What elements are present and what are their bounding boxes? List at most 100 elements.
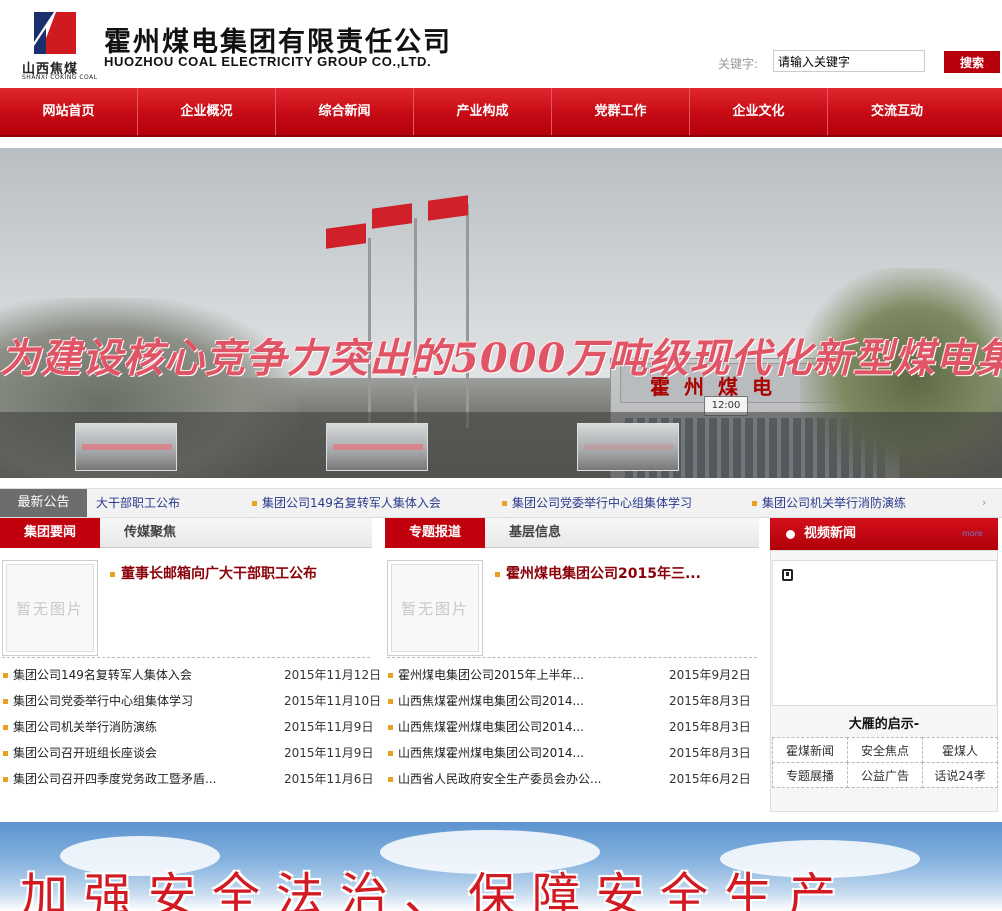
middle-panel-tabs: 专题报道 基层信息 <box>385 518 759 548</box>
list-item-date: 2015年11月10日 <box>284 694 382 708</box>
list-item-title[interactable]: 山西省人民政府安全生产委员会办公... <box>398 766 601 792</box>
announcement-item[interactable]: 集团公司党委举行中心组集体学习 <box>502 489 692 517</box>
tab-special-reports[interactable]: 专题报道 <box>385 518 485 548</box>
list-item-title[interactable]: 集团公司149名复转军人集体入会 <box>13 662 192 688</box>
nav-item-party[interactable]: 党群工作 <box>552 88 690 135</box>
announcement-text[interactable]: 集团公司党委举行中心组集体学习 <box>512 496 692 510</box>
list-item-date: 2015年11月9日 <box>284 720 374 734</box>
list-item-title[interactable]: 集团公司召开班组长座谈会 <box>13 740 157 766</box>
announcement-bar: 最新公告 大干部职工公布 集团公司149名复转军人集体入会 集团公司党委举行中心… <box>0 488 1002 518</box>
list-item[interactable]: 集团公司149名复转军人集体入会 2015年11月12日 <box>3 662 381 688</box>
video-link-psa[interactable]: 公益广告 <box>847 762 923 788</box>
no-image-placeholder[interactable]: 暂无图片 <box>387 560 483 656</box>
list-item-date: 2015年11月9日 <box>284 746 374 760</box>
list-item-date: 2015年9月2日 <box>669 668 751 682</box>
video-link-huomei-people[interactable]: 霍煤人 <box>922 737 998 763</box>
chevron-right-icon[interactable]: › <box>982 489 986 517</box>
list-item-date: 2015年8月3日 <box>669 694 751 708</box>
safety-banner: 加强安全法治、保障安全生产 <box>0 822 1002 911</box>
banner-thumbnail-2[interactable] <box>326 423 428 471</box>
announcement-text[interactable]: 集团公司149名复转军人集体入会 <box>262 496 441 510</box>
video-link-special[interactable]: 专题展播 <box>772 762 848 788</box>
list-item-title[interactable]: 霍州煤电集团公司2015年上半年... <box>398 662 584 688</box>
list-item[interactable]: 山西焦煤霍州煤电集团公司2014... 2015年8月3日 <box>388 740 758 766</box>
tab-group-news[interactable]: 集团要闻 <box>0 518 100 548</box>
no-image-placeholder[interactable]: 暂无图片 <box>2 560 98 656</box>
bullet-icon <box>3 777 8 782</box>
flagpole-3 <box>466 204 469 428</box>
list-item[interactable]: 山西省人民政府安全生产委员会办公... 2015年6月2日 <box>388 766 758 792</box>
list-item[interactable]: 集团公司机关举行消防演练 2015年11月9日 <box>3 714 373 740</box>
video-link-news[interactable]: 霍煤新闻 <box>772 737 848 763</box>
tab-grassroots-info[interactable]: 基层信息 <box>485 518 585 548</box>
tab-media-focus[interactable]: 传媒聚焦 <box>100 518 200 548</box>
bullet-icon <box>495 571 500 577</box>
search-input[interactable] <box>773 50 925 72</box>
main-nav: 网站首页 企业概况 综合新闻 产业构成 党群工作 企业文化 交流互动 <box>0 88 1002 137</box>
video-caption[interactable]: 大雁的启示- <box>771 713 997 732</box>
bullet-icon <box>252 501 257 506</box>
bullet-icon <box>388 777 393 782</box>
list-item-title[interactable]: 集团公司召开四季度党务政工暨矛盾... <box>13 766 216 792</box>
list-item[interactable]: 山西焦煤霍州煤电集团公司2014... 2015年8月3日 <box>388 714 758 740</box>
nav-item-interaction[interactable]: 交流互动 <box>828 88 966 135</box>
nav-item-industry[interactable]: 产业构成 <box>414 88 552 135</box>
video-news-title: 视频新闻 <box>804 526 857 541</box>
video-panel: 大雁的启示- 霍煤新闻 安全焦点 霍煤人 专题展播 公益广告 话说24孝 <box>770 550 998 812</box>
banner-thumbnail-strip <box>0 412 1002 478</box>
announcement-item[interactable]: 集团公司149名复转军人集体入会 <box>252 489 441 517</box>
list-item[interactable]: 集团公司召开四季度党务政工暨矛盾... 2015年11月6日 <box>3 766 373 792</box>
list-item-date: 2015年11月12日 <box>284 668 382 682</box>
banner-thumbnail-1[interactable] <box>75 423 177 471</box>
middle-headline-text[interactable]: 霍州煤电集团公司2015年三... <box>506 566 701 582</box>
list-item[interactable]: 集团公司召开班组长座谈会 2015年11月9日 <box>3 740 373 766</box>
list-item-title[interactable]: 山西焦煤霍州煤电集团公司2014... <box>398 714 584 740</box>
left-headline[interactable]: 董事长邮箱向广大干部职工公布 <box>110 563 317 583</box>
list-item[interactable]: 集团公司党委举行中心组集体学习 2015年11月10日 <box>3 688 381 714</box>
left-headline-text[interactable]: 董事长邮箱向广大干部职工公布 <box>121 566 317 582</box>
video-link-safety-focus[interactable]: 安全焦点 <box>847 737 923 763</box>
nav-item-culture[interactable]: 企业文化 <box>690 88 828 135</box>
bullet-icon <box>388 725 393 730</box>
announcement-item[interactable]: 大干部职工公布 <box>96 489 180 517</box>
list-item-title[interactable]: 集团公司党委举行中心组集体学习 <box>13 688 193 714</box>
bullet-icon <box>3 725 8 730</box>
list-item[interactable]: 霍州煤电集团公司2015年上半年... 2015年9月2日 <box>388 662 758 688</box>
list-item-title[interactable]: 山西焦煤霍州煤电集团公司2014... <box>398 740 584 766</box>
banner-slogan: 为建设核心竞争力突出的5000万吨级现代化新型煤电集团而努力奋斗 <box>0 335 1002 382</box>
list-item-title[interactable]: 集团公司机关举行消防演练 <box>13 714 157 740</box>
bullet-icon <box>388 699 393 704</box>
bullet-icon <box>3 751 8 756</box>
divider <box>2 657 370 658</box>
search-button[interactable]: 搜索 <box>944 51 1000 73</box>
no-image-text: 暂无图片 <box>391 564 479 652</box>
video-player[interactable] <box>772 560 997 706</box>
video-category-grid: 霍煤新闻 安全焦点 霍煤人 专题展播 公益广告 话说24孝 <box>772 737 998 788</box>
list-item-title[interactable]: 山西焦煤霍州煤电集团公司2014... <box>398 688 584 714</box>
bullet-icon <box>752 501 757 506</box>
announcement-item[interactable]: 集团公司机关举行消防演练 <box>752 489 906 517</box>
list-item[interactable]: 山西焦煤霍州煤电集团公司2014... 2015年8月3日 <box>388 688 758 714</box>
video-file-icon <box>782 569 793 581</box>
no-image-text: 暂无图片 <box>6 564 94 652</box>
list-item-date: 2015年8月3日 <box>669 720 751 734</box>
nav-item-home[interactable]: 网站首页 <box>0 88 138 135</box>
nav-item-overview[interactable]: 企业概况 <box>138 88 276 135</box>
bullet-icon <box>388 751 393 756</box>
middle-headline[interactable]: 霍州煤电集团公司2015年三... <box>495 563 701 583</box>
bullet-icon <box>3 673 8 678</box>
announcement-text[interactable]: 大干部职工公布 <box>96 496 180 510</box>
bullet-icon <box>3 699 8 704</box>
video-link-24-filial[interactable]: 话说24孝 <box>922 762 998 788</box>
announcement-text[interactable]: 集团公司机关举行消防演练 <box>762 496 906 510</box>
bullet-icon <box>388 673 393 678</box>
video-news-header: 视频新闻 more <box>770 518 998 550</box>
nav-item-news[interactable]: 综合新闻 <box>276 88 414 135</box>
safety-slogan: 加强安全法治、保障安全生产 <box>20 868 853 911</box>
flagpole-2 <box>414 218 417 428</box>
list-item-date: 2015年8月3日 <box>669 746 751 760</box>
left-panel-tabs: 集团要闻 传媒聚焦 <box>0 518 372 548</box>
video-more-link[interactable]: more <box>962 529 983 538</box>
banner-thumbnail-3[interactable] <box>577 423 679 471</box>
bullet-icon <box>110 571 115 577</box>
